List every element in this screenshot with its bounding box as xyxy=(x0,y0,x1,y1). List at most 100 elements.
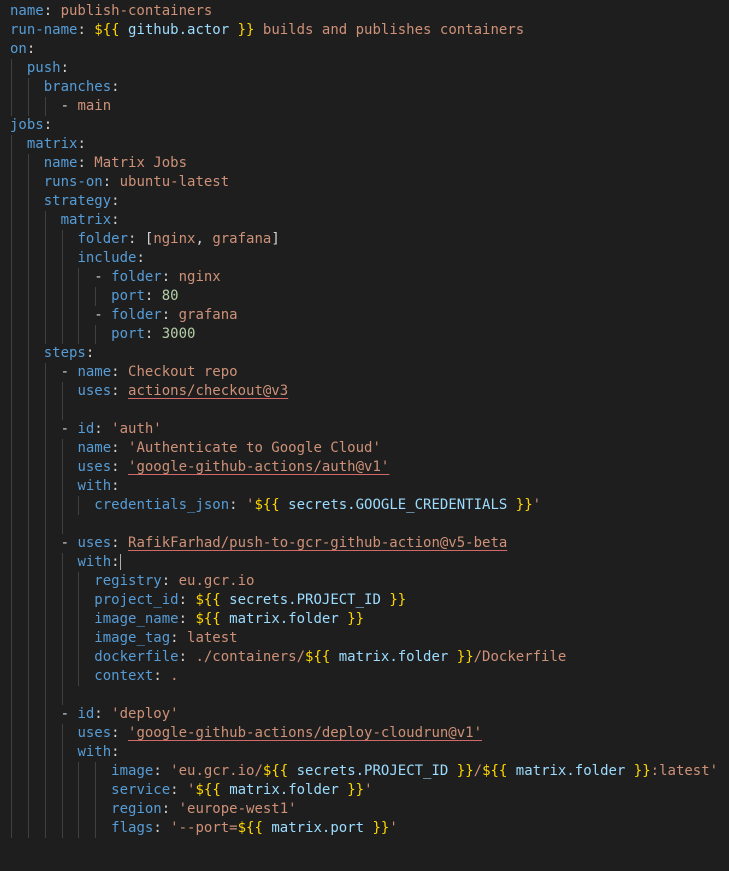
code-token: secrets.GOOGLE_CREDENTIALS xyxy=(279,497,516,513)
code-line[interactable]: region: 'europe-west1' xyxy=(0,800,729,819)
code-line[interactable]: uses: actions/checkout@v3 xyxy=(0,382,729,401)
code-line[interactable]: with: xyxy=(0,477,729,496)
code-line[interactable] xyxy=(0,515,729,534)
code-token: - xyxy=(94,269,112,285)
indent-guide xyxy=(27,591,29,610)
indent-guide xyxy=(61,382,63,401)
code-line[interactable]: - id: 'auth' xyxy=(0,420,729,439)
code-line[interactable]: flags: '--port=${{ matrix.port }}' xyxy=(0,819,729,838)
indent-guide xyxy=(11,648,12,667)
code-line[interactable]: name: publish-containers xyxy=(0,2,729,21)
indent-guide xyxy=(11,458,12,477)
indent-guide xyxy=(78,287,80,306)
indent-guide xyxy=(27,420,29,439)
code-line[interactable]: matrix: xyxy=(0,135,729,154)
code-line[interactable]: branches: xyxy=(0,78,729,97)
code-line[interactable]: strategy: xyxy=(0,192,729,211)
code-line[interactable]: include: xyxy=(0,249,729,268)
code-token: matrix xyxy=(26,136,78,152)
code-line[interactable]: - id: 'deploy' xyxy=(0,705,729,724)
indent-guide xyxy=(78,306,80,325)
code-line[interactable]: service: '${{ matrix.folder }}' xyxy=(0,781,729,800)
code-line[interactable]: matrix: xyxy=(0,211,729,230)
code-line[interactable]: port: 3000 xyxy=(0,325,729,344)
code-token: uses xyxy=(77,459,112,475)
code-line[interactable]: image: 'eu.gcr.io/${{ secrets.PROJECT_ID… xyxy=(0,762,729,781)
code-line[interactable]: with: xyxy=(0,553,729,572)
code-line[interactable]: - main xyxy=(0,97,729,116)
indent-guide xyxy=(11,610,12,629)
indent-guide xyxy=(27,268,29,287)
code-token: }} xyxy=(347,611,365,627)
indent-guide xyxy=(11,344,12,363)
code-line[interactable]: registry: eu.gcr.io xyxy=(0,572,729,591)
code-line[interactable]: image_tag: latest xyxy=(0,629,729,648)
code-token: with xyxy=(77,478,112,494)
code-line[interactable]: push: xyxy=(0,59,729,78)
indent-guide xyxy=(78,496,80,515)
indent-guide xyxy=(61,477,63,496)
code-token: matrix.folder xyxy=(507,763,634,779)
code-line[interactable] xyxy=(0,686,729,705)
code-line[interactable]: credentials_json: ' ${{ secrets.GOOGLE_CR… xyxy=(0,496,729,515)
code-token: 'auth' xyxy=(111,421,162,437)
indent-guide xyxy=(61,648,63,667)
code-token: project_id xyxy=(94,592,179,608)
code-line[interactable]: - folder: nginx xyxy=(0,268,729,287)
code-line[interactable]: run-name: ${{ github.actor }} builds and… xyxy=(0,21,729,40)
code-line[interactable] xyxy=(0,401,729,420)
indent-guide xyxy=(44,762,46,781)
code-token: 'deploy' xyxy=(111,706,179,722)
code-line[interactable]: on: xyxy=(0,40,729,59)
code-token: flags xyxy=(111,820,154,836)
indent-guide xyxy=(11,553,12,572)
code-line[interactable]: dockerfile: ./containers/${{ matrix.fold… xyxy=(0,648,729,667)
indent-guide xyxy=(61,306,63,325)
code-token: 3000 xyxy=(161,326,196,342)
code-token: steps xyxy=(43,345,86,361)
code-line[interactable]: name: 'Authenticate to Google Cloud' xyxy=(0,439,729,458)
code-line[interactable]: name: Matrix Jobs xyxy=(0,154,729,173)
code-line[interactable]: image_name: ${{ matrix.folder }} xyxy=(0,610,729,629)
code-line[interactable]: jobs: xyxy=(0,116,729,135)
code-token: : xyxy=(161,801,179,817)
indent-guide xyxy=(44,705,46,724)
code-token: - xyxy=(94,307,112,323)
indent-guide xyxy=(44,230,46,249)
code-line[interactable]: with: xyxy=(0,743,729,762)
code-line[interactable]: - name: Checkout repo xyxy=(0,363,729,382)
indent-guide xyxy=(27,344,29,363)
code-line[interactable]: project_id: ${{ secrets.PROJECT_ID }} xyxy=(0,591,729,610)
indent-guide xyxy=(78,819,80,838)
code-line[interactable]: - folder: grafana xyxy=(0,306,729,325)
code-token: : xyxy=(111,383,129,399)
code-token: uses xyxy=(77,383,112,399)
code-line[interactable]: steps: xyxy=(0,344,729,363)
code-token: branches xyxy=(43,79,112,95)
indent-guide xyxy=(44,420,46,439)
indent-guide xyxy=(95,781,97,800)
code-line[interactable]: - uses: RafikFarhad/push-to-gcr-github-a… xyxy=(0,534,729,553)
code-editor[interactable]: name: publish-containers run-name: ${{ gi… xyxy=(0,0,729,871)
code-line[interactable]: uses: 'google-github-actions/auth@v1' xyxy=(0,458,729,477)
code-token: : [ xyxy=(128,231,154,247)
indent-guide xyxy=(61,439,63,458)
indent-guide xyxy=(11,287,12,306)
code-line[interactable]: context: . xyxy=(0,667,729,686)
indent-guide xyxy=(44,477,46,496)
code-token: name xyxy=(43,155,78,171)
code-line[interactable]: port: 80 xyxy=(0,287,729,306)
code-line[interactable]: folder: [nginx, grafana] xyxy=(0,230,729,249)
code-line[interactable]: runs-on: ubuntu-latest xyxy=(0,173,729,192)
indent-guide xyxy=(61,496,63,515)
code-line[interactable]: uses: 'google-github-actions/deploy-clou… xyxy=(0,724,729,743)
code-token: : xyxy=(111,478,120,494)
indent-guide xyxy=(11,382,12,401)
